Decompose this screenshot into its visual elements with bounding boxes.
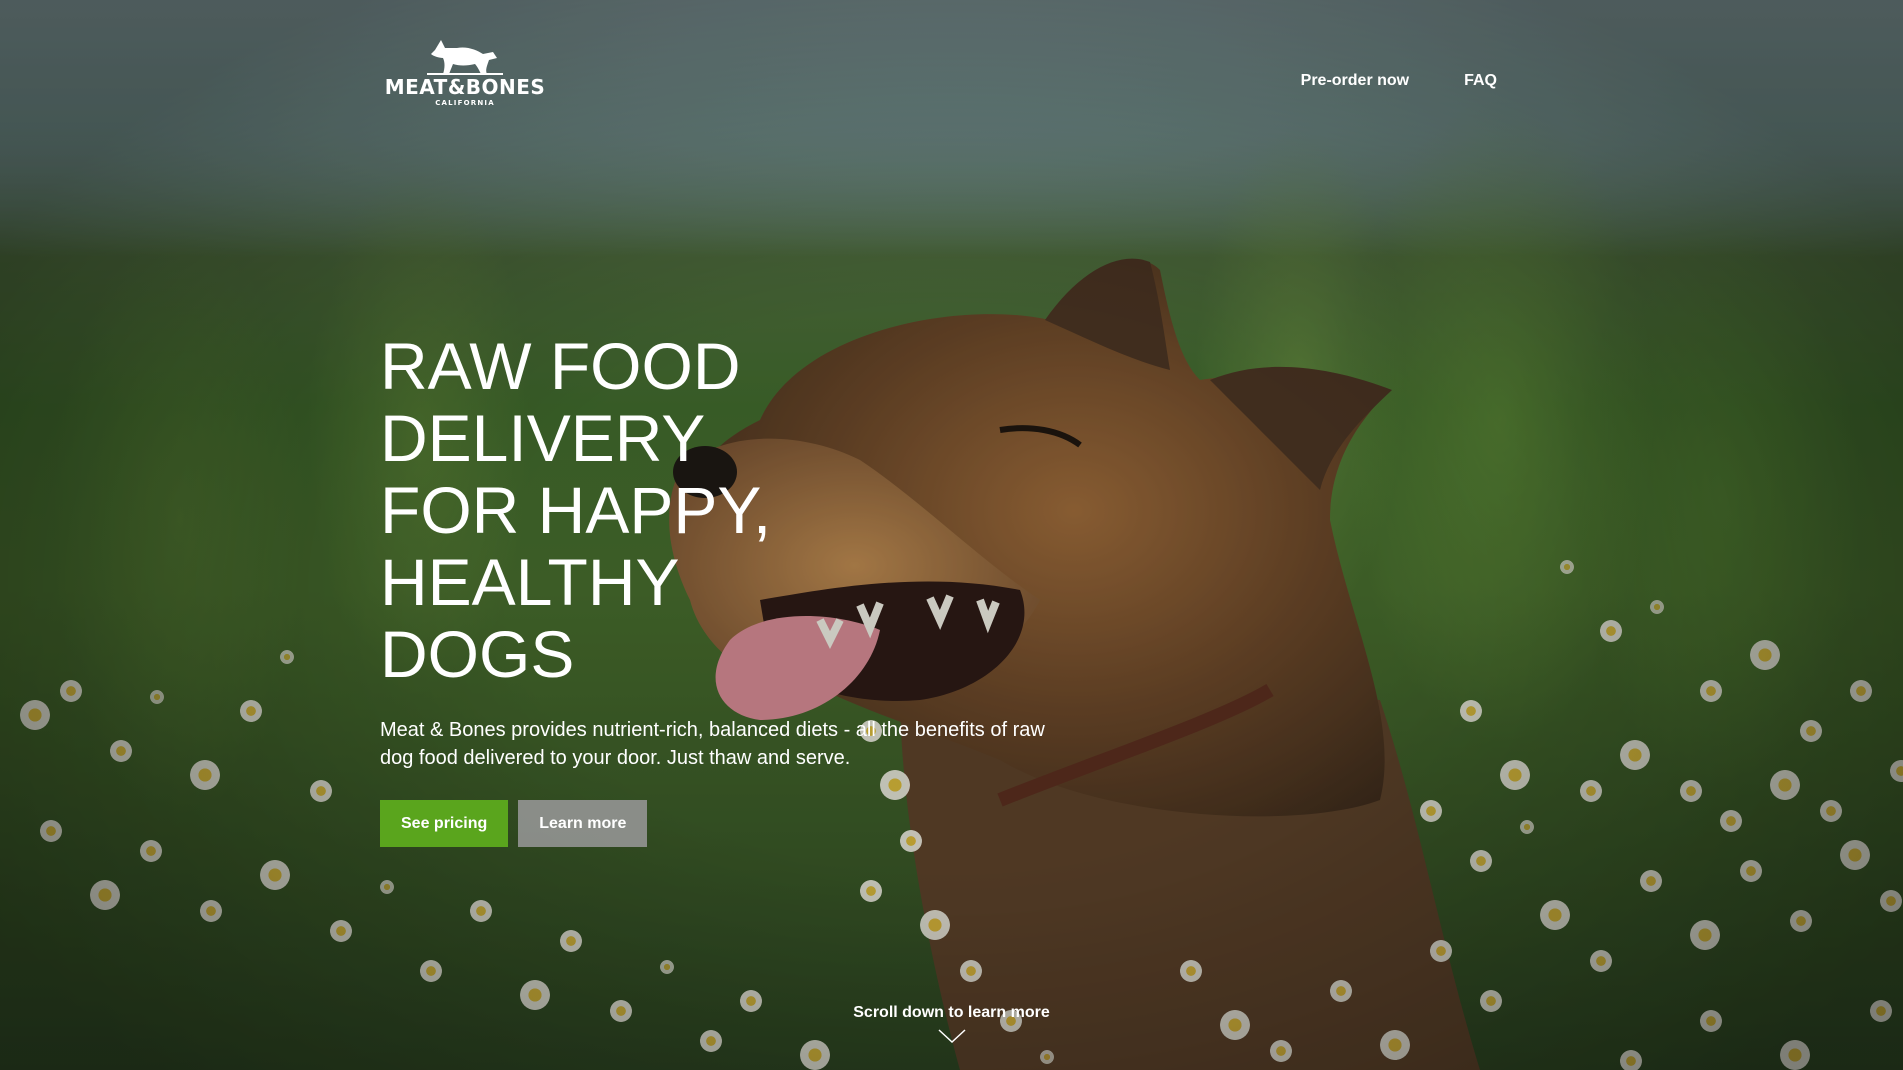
chevron-down-icon[interactable] <box>937 1028 967 1044</box>
nav-faq[interactable]: FAQ <box>1464 72 1497 90</box>
nav-preorder[interactable]: Pre-order now <box>1301 72 1409 90</box>
main-nav: Pre-order now FAQ <box>1301 72 1497 90</box>
brand-logo[interactable]: MEAT&BONES CALIFORNIA <box>382 36 548 114</box>
hero-section: MEAT&BONES CALIFORNIA Pre-order now FAQ … <box>0 0 1903 1070</box>
headline-line: RAW FOOD DELIVERY <box>380 329 741 475</box>
scroll-cue[interactable]: Scroll down to learn more <box>0 1004 1903 1044</box>
dog-icon <box>427 40 503 75</box>
hero-content: RAW FOOD DELIVERY FOR HAPPY, HEALTHY DOG… <box>380 330 1060 847</box>
brand-subtitle: CALIFORNIA <box>435 99 495 107</box>
headline-line: FOR HAPPY, HEALTHY <box>380 473 772 619</box>
see-pricing-button[interactable]: See pricing <box>380 800 509 847</box>
hero-buttons: See pricing Learn more <box>380 800 1060 847</box>
site-header: MEAT&BONES CALIFORNIA Pre-order now FAQ <box>0 0 1903 140</box>
headline-line: DOGS <box>380 617 575 691</box>
hero-subcopy: Meat & Bones provides nutrient-rich, bal… <box>380 719 1045 769</box>
learn-more-button[interactable]: Learn more <box>518 800 648 847</box>
brand-name: MEAT&BONES <box>384 75 546 99</box>
scroll-hint[interactable]: Scroll down to learn more <box>0 1004 1903 1022</box>
hero-headline: RAW FOOD DELIVERY FOR HAPPY, HEALTHY DOG… <box>380 330 1060 690</box>
